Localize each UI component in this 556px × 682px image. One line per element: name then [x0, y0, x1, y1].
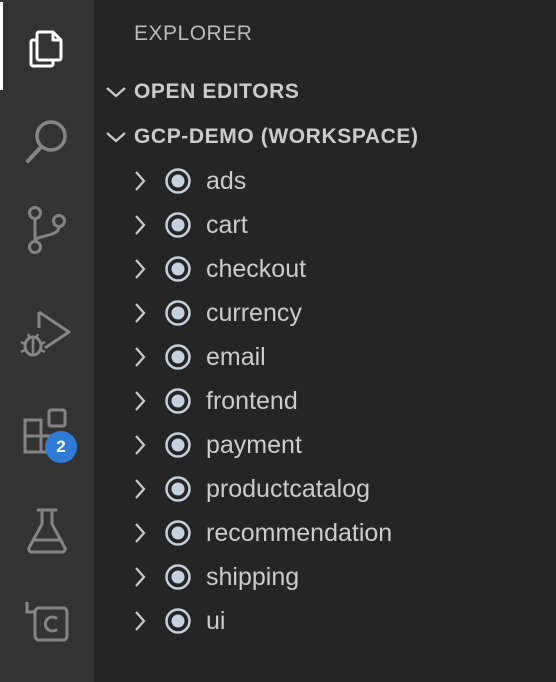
run-debug-icon [20, 310, 71, 357]
folder-item-ads[interactable]: ads [94, 159, 556, 203]
root-folder-icon [164, 167, 192, 195]
search-icon [26, 120, 67, 163]
chevron-right-icon [132, 302, 148, 324]
chevron-right-icon [132, 214, 148, 236]
root-folder-icon [164, 519, 192, 547]
root-folder-icon [164, 475, 192, 503]
chevron-right-icon [132, 258, 148, 280]
section-open-editors[interactable]: OPEN EDITORS [94, 70, 556, 114]
folder-name: currency [206, 299, 302, 327]
folder-item-currency[interactable]: currency [94, 291, 556, 335]
chevron-right-icon [132, 390, 148, 412]
chevron-right-icon [132, 566, 148, 588]
explorer-sidebar: EXPLORER OPEN EDITORS GCP-DEMO (WORKSPAC… [94, 0, 556, 682]
folder-name: checkout [206, 255, 307, 283]
folder-item-frontend[interactable]: frontend [94, 379, 556, 423]
root-folder-icon [164, 211, 192, 239]
chevron-right-icon [132, 434, 148, 456]
chevron-right-icon [132, 346, 148, 368]
folder-name: ads [206, 167, 247, 195]
activity-explorer[interactable] [0, 2, 94, 90]
chevron-right-icon [132, 522, 148, 544]
folder-item-shipping[interactable]: shipping [94, 555, 556, 599]
section-workspace[interactable]: GCP-DEMO (WORKSPACE) [94, 115, 556, 159]
folder-name: frontend [206, 387, 298, 415]
root-folder-icon [164, 563, 192, 591]
root-folder-icon [164, 387, 192, 415]
activity-extensions[interactable] [0, 390, 94, 478]
source-control-icon [28, 206, 66, 254]
root-folder-icon [164, 255, 192, 283]
folder-name: ui [206, 607, 226, 635]
chevron-down-icon [104, 130, 128, 144]
remote-explorer-icon [25, 602, 69, 642]
folder-item-recommendation[interactable]: recommendation [94, 511, 556, 555]
folder-item-checkout[interactable]: checkout [94, 247, 556, 291]
folder-name: shipping [206, 563, 300, 591]
extensions-badge: 2 [45, 431, 77, 463]
folder-name: productcatalog [206, 475, 371, 503]
chevron-right-icon [132, 610, 148, 632]
activity-remote-explorer[interactable] [0, 578, 94, 666]
activity-search[interactable] [0, 98, 94, 186]
chevron-down-icon [104, 85, 128, 99]
folder-item-cart[interactable]: cart [94, 203, 556, 247]
chevron-right-icon [132, 170, 148, 192]
folder-item-productcatalog[interactable]: productcatalog [94, 467, 556, 511]
folder-name: payment [206, 431, 302, 459]
vscode-window: 2 EXPLORER OPEN EDITORS GCP-DEMO (WORKSP… [0, 0, 556, 682]
folder-item-ui[interactable]: ui [94, 599, 556, 643]
section-open-editors-label: OPEN EDITORS [134, 80, 300, 103]
chevron-right-icon [132, 478, 148, 500]
folder-item-payment[interactable]: payment [94, 423, 556, 467]
folder-name: cart [206, 211, 248, 239]
sidebar-title: EXPLORER [134, 22, 253, 45]
root-folder-icon [164, 607, 192, 635]
folder-item-email[interactable]: email [94, 335, 556, 379]
folder-name: recommendation [206, 519, 393, 547]
activity-bar: 2 [0, 0, 94, 682]
root-folder-icon [164, 299, 192, 327]
activity-source-control[interactable] [0, 186, 94, 274]
section-workspace-label: GCP-DEMO (WORKSPACE) [134, 125, 419, 148]
testing-icon [27, 508, 67, 554]
root-folder-icon [164, 343, 192, 371]
activity-testing[interactable] [0, 486, 94, 574]
activity-run-debug[interactable] [0, 290, 94, 378]
root-folder-icon [164, 431, 192, 459]
explorer-icon [29, 30, 63, 68]
folder-name: email [206, 343, 266, 371]
